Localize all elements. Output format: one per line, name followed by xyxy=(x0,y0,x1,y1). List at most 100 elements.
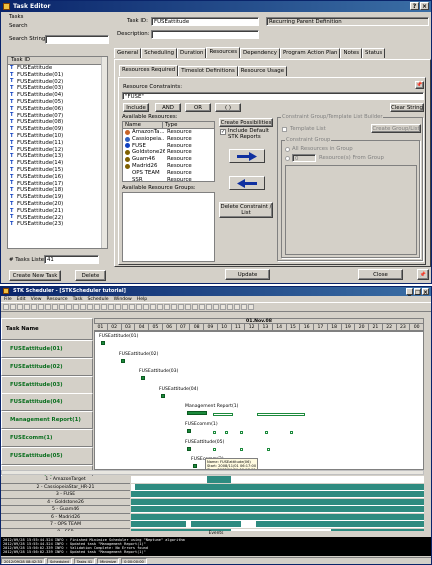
resource-availability-bar[interactable] xyxy=(131,506,424,513)
available-resources-list[interactable]: Name Type AmazonTa... Resource Cassiopeia.… xyxy=(122,121,215,182)
task-name-header[interactable]: Task Name xyxy=(1,318,93,340)
toolbar-button-icon[interactable] xyxy=(52,304,58,310)
tab-program-action-plan[interactable]: Program Action Plan xyxy=(279,48,341,58)
resource-row-label[interactable]: 4 - Goldstone26 xyxy=(1,498,130,506)
close-title-button[interactable]: × xyxy=(420,2,429,10)
close-button[interactable]: Close xyxy=(358,269,403,280)
menu-schedule[interactable]: Schedule xyxy=(88,296,109,302)
task-list-item[interactable]: T FUSEattitude(12) xyxy=(8,147,107,154)
subtab-timeslot-definitions[interactable]: Timeslot Definitions xyxy=(178,66,238,76)
menu-task[interactable]: Task xyxy=(73,296,83,302)
search-input[interactable] xyxy=(45,35,109,44)
minimize-button[interactable]: _ xyxy=(406,288,413,296)
menu-view[interactable]: View xyxy=(31,296,42,302)
template-list-checkbox[interactable] xyxy=(282,127,287,132)
resource-availability-bar[interactable] xyxy=(131,476,424,483)
available-groups-list[interactable] xyxy=(122,192,215,262)
gantt-window-box[interactable] xyxy=(267,448,270,451)
task-list-item[interactable]: T FUSEattitude(23) xyxy=(8,221,107,228)
task-list-item[interactable]: T FUSEattitude(21) xyxy=(8,208,107,215)
toolbar-button-icon[interactable] xyxy=(10,304,16,310)
toolbar-button-icon[interactable] xyxy=(199,304,205,310)
task-list-item[interactable]: T FUSEattitude(07) xyxy=(8,113,107,120)
toolbar-button-icon[interactable] xyxy=(17,304,23,310)
toolbar-button-icon[interactable] xyxy=(248,304,254,310)
task-list-item[interactable]: T FUSEattitude(03) xyxy=(8,85,107,92)
resource-list-item[interactable]: Cassiopeia... Resource xyxy=(123,136,214,143)
toolbar-button-icon[interactable] xyxy=(31,304,37,310)
task-list-item[interactable]: T FUSEattitude xyxy=(8,65,107,72)
toolbar-button-icon[interactable] xyxy=(122,304,128,310)
toolbar-button-icon[interactable] xyxy=(24,304,30,310)
resource-list-item[interactable]: OPS TEAM Resource xyxy=(123,170,214,177)
add-constraint-button[interactable] xyxy=(229,149,265,163)
scheduler-titlebar[interactable]: STK Scheduler - [STKScheduler tutorial] … xyxy=(1,287,431,296)
toolbar-button-icon[interactable] xyxy=(73,304,79,310)
task-row-label[interactable]: FUSEattitude(04) xyxy=(1,393,93,412)
delete-task-button[interactable]: Delete xyxy=(75,270,106,281)
toolbar-button-icon[interactable] xyxy=(80,304,86,310)
task-list-item[interactable]: T FUSEattitude(16) xyxy=(8,174,107,181)
gantt-task-bar[interactable] xyxy=(193,464,197,469)
gantt-window-box[interactable] xyxy=(213,413,233,416)
resource-availability-bar[interactable] xyxy=(131,483,424,491)
delete-constraint-button[interactable]: Delete Constraint / List xyxy=(219,202,273,218)
resource-count-spinner[interactable]: 0 xyxy=(292,154,316,162)
toolbar-button-icon[interactable] xyxy=(129,304,135,310)
task-list-item[interactable]: T FUSEattitude(22) xyxy=(8,215,107,222)
resource-availability-bar[interactable] xyxy=(131,498,424,506)
toolbar-button-icon[interactable] xyxy=(241,304,247,310)
task-list-item[interactable]: T FUSEattitude(11) xyxy=(8,140,107,147)
toolbar-button-icon[interactable] xyxy=(171,304,177,310)
description-input[interactable] xyxy=(151,30,259,39)
toolbar-button-icon[interactable] xyxy=(66,304,72,310)
or-button[interactable]: OR xyxy=(185,103,211,112)
resource-list-item[interactable]: Madrid26 Resource xyxy=(123,163,214,170)
toolbar-button-icon[interactable] xyxy=(192,304,198,310)
resource-row-label[interactable]: 7 - OPS TEAM xyxy=(1,521,130,529)
toolbar-button-icon[interactable] xyxy=(178,304,184,310)
gantt-window-box[interactable] xyxy=(213,448,216,451)
gantt-chart[interactable]: Name: FUSEattitude(06) Start: 2008/11/01 … xyxy=(94,331,424,470)
task-row-label[interactable]: FUSEattitude(01) xyxy=(1,340,93,358)
and-button[interactable]: AND xyxy=(155,103,181,112)
task-list-item[interactable]: T FUSEattitude(17) xyxy=(8,181,107,188)
toolbar-button-icon[interactable] xyxy=(185,304,191,310)
task-row-label[interactable]: FUSEattitude(03) xyxy=(1,375,93,394)
task-editor-titlebar[interactable]: Task Editor ? × xyxy=(1,1,431,12)
tab-scheduling[interactable]: Scheduling xyxy=(141,48,178,58)
resource-list-item[interactable]: AmazonTa... Resource xyxy=(123,129,214,136)
scheduler-close-button[interactable]: × xyxy=(422,288,429,296)
create-group-list-button[interactable]: Create Group/List xyxy=(371,124,421,133)
task-list-item[interactable]: T FUSEattitude(09) xyxy=(8,126,107,133)
task-list-item[interactable]: T FUSEattitude(15) xyxy=(8,167,107,174)
toolbar-button-icon[interactable] xyxy=(157,304,163,310)
gantt-task-bar[interactable] xyxy=(121,358,125,363)
subtab-resource-usage[interactable]: Resource Usage xyxy=(237,66,288,76)
gantt-window-box[interactable] xyxy=(265,431,268,434)
task-list-item[interactable]: T FUSEattitude(18) xyxy=(8,187,107,194)
remove-constraint-button[interactable] xyxy=(229,176,265,190)
task-list-item[interactable]: T FUSEattitude(04) xyxy=(8,92,107,99)
menu-edit[interactable]: Edit xyxy=(17,296,26,302)
toolbar-button-icon[interactable] xyxy=(150,304,156,310)
resource-row-label[interactable]: 5 - Guam46 xyxy=(1,506,130,514)
toolbar-button-icon[interactable] xyxy=(87,304,93,310)
gantt-task-bar[interactable] xyxy=(187,446,191,451)
tab-general[interactable]: General xyxy=(114,48,142,58)
pin-button[interactable]: 📌 xyxy=(415,81,424,89)
name-column-header[interactable]: Name xyxy=(123,122,163,128)
help-title-button[interactable]: ? xyxy=(410,2,419,10)
parentheses-button[interactable]: ( ) xyxy=(215,103,241,112)
task-id-input[interactable]: FUSEattitude xyxy=(151,17,259,26)
task-list[interactable]: Task ID T FUSEattitude T FUSEattitude(01) T F… xyxy=(7,56,108,249)
tab-notes[interactable]: Notes xyxy=(340,48,363,58)
resource-list-item[interactable]: SSR Resource xyxy=(123,177,214,181)
toolbar-button-icon[interactable] xyxy=(38,304,44,310)
task-id-column-header[interactable]: Task ID xyxy=(8,57,107,65)
task-list-item[interactable]: T FUSEattitude(05) xyxy=(8,99,107,106)
gantt-window-box[interactable] xyxy=(290,431,293,434)
toolbar-button-icon[interactable] xyxy=(45,304,51,310)
include-default-checkbox[interactable]: ✓ xyxy=(220,129,226,135)
task-list-item[interactable]: T FUSEattitude(19) xyxy=(8,194,107,201)
